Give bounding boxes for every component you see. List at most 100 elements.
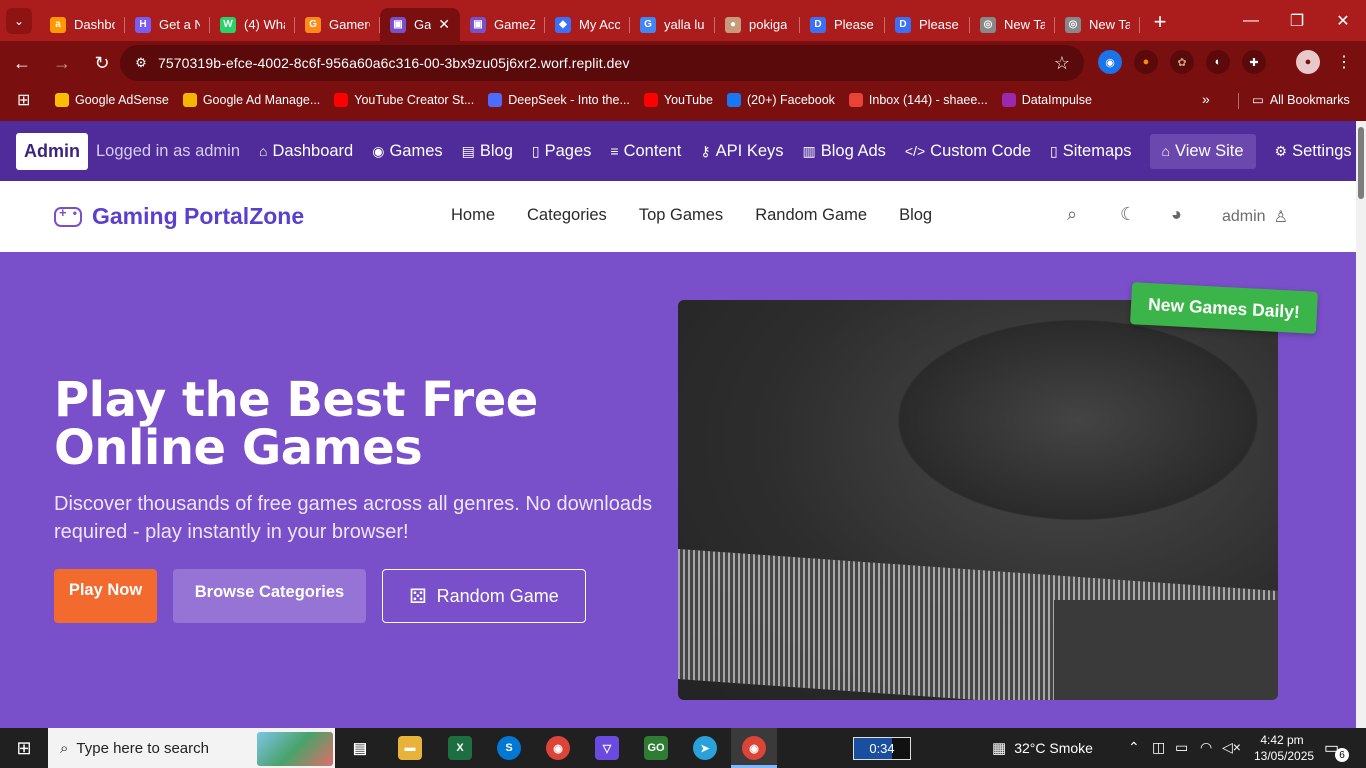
browser-tab[interactable]: Gyalla lu	[630, 8, 715, 41]
chrome-icon[interactable]: ◉	[546, 736, 570, 760]
skype-icon[interactable]: S	[497, 736, 521, 760]
extension-icon[interactable]: ◐	[1206, 50, 1230, 74]
close-tab-icon[interactable]: ✕	[438, 16, 450, 33]
bookmarks-bar: ⊞ Google AdSense Google Ad Manage... YouTu…	[0, 85, 1366, 115]
tab-search-icon[interactable]: ⌄	[6, 7, 32, 34]
site-logo[interactable]: Gaming PortalZone	[54, 203, 304, 230]
admin-nav-api-keys[interactable]: ⚷ API Keys	[700, 142, 783, 161]
main-nav: Home Categories Top Games Random Game Blog	[451, 206, 964, 225]
file-explorer-icon[interactable]: ▬	[398, 736, 422, 760]
all-bookmarks-link[interactable]: ▭ All Bookmarks	[1252, 92, 1350, 108]
extension-icon[interactable]: ●	[1134, 50, 1158, 74]
cookie-extension-icon[interactable]: ✿	[1170, 50, 1194, 74]
page-scrollbar[interactable]	[1356, 121, 1366, 728]
nav-categories[interactable]: Categories	[527, 206, 607, 225]
more-bookmarks-icon[interactable]: »	[1202, 91, 1210, 107]
random-game-button[interactable]: ⚄ Random Game	[382, 569, 586, 623]
bookmark-item[interactable]: (20+) Facebook	[727, 93, 835, 107]
admin-nav-blog[interactable]: ▤ Blog	[462, 142, 513, 161]
nav-blog[interactable]: Blog	[899, 206, 932, 225]
new-tab-button[interactable]: +	[1146, 8, 1174, 36]
minimize-button[interactable]: —	[1228, 0, 1274, 41]
browser-tab[interactable]: D Please	[800, 8, 885, 41]
bookmark-item[interactable]: YouTube Creator St...	[334, 93, 474, 107]
reload-icon[interactable]: ↻	[84, 45, 120, 81]
admin-nav-dashboard[interactable]: ⌂ Dashboard	[259, 142, 353, 161]
browser-tab[interactable]: W (4) Wha	[210, 8, 295, 41]
search-highlight-image[interactable]	[257, 732, 333, 766]
browser-tab[interactable]: G GamerC	[295, 8, 380, 41]
url-text[interactable]: 7570319b-efce-4002-8c6f-956a60a6c316-00-…	[158, 55, 630, 71]
admin-nav-sitemaps[interactable]: ▯ Sitemaps	[1050, 142, 1132, 161]
weather-widget[interactable]: ▦ 32°C Smoke	[992, 739, 1093, 757]
bookmark-item[interactable]: Inbox (144) - shaee...	[848, 93, 988, 107]
browser-tab[interactable]: D Please	[885, 8, 970, 41]
volume-muted-icon[interactable]: ◁×	[1222, 739, 1241, 756]
camera-icon[interactable]: ◫	[1152, 739, 1165, 756]
browse-categories-button[interactable]: Browse Categories	[173, 569, 366, 623]
browser-tab[interactable]: ▣ GameZ	[460, 8, 545, 41]
search-icon[interactable]: ⌕	[1067, 204, 1077, 225]
bookmark-item[interactable]: DeepSeek - Into the...	[488, 93, 630, 107]
hero-subtitle: Discover thousands of free games across …	[54, 493, 653, 543]
nav-random-game[interactable]: Random Game	[755, 206, 867, 225]
close-window-button[interactable]: ✕	[1320, 0, 1366, 41]
browser-tab[interactable]: H Get a N	[125, 8, 210, 41]
browser-menu-icon[interactable]: ⋮	[1332, 50, 1356, 74]
back-icon[interactable]: ←	[4, 45, 40, 81]
clock[interactable]: 4:42 pm 13/05/2025	[1254, 732, 1314, 764]
wifi-icon[interactable]: ◠	[1200, 739, 1212, 756]
restore-button[interactable]: ❐	[1274, 0, 1320, 41]
extensions-puzzle-icon[interactable]: ✚	[1242, 50, 1266, 74]
admin-badge[interactable]: Admin	[16, 132, 88, 170]
bookmark-item[interactable]: Google AdSense	[55, 93, 169, 107]
user-menu[interactable]: admin ♙	[1222, 207, 1288, 227]
bookmark-label: DeepSeek - Into the...	[508, 93, 630, 107]
battery-icon[interactable]: ▭	[1175, 739, 1188, 756]
taskbar-search[interactable]: ⌕ Type here to search	[48, 728, 335, 768]
site-info-icon[interactable]: ⚙	[126, 55, 156, 71]
browser-tab[interactable]: ◎ New Ta	[970, 8, 1055, 41]
chrome-active-icon[interactable]: ◉	[742, 736, 766, 760]
dark-mode-moon-icon[interactable]: ☾	[1120, 204, 1136, 225]
admin-nav-custom-code[interactable]: </> Custom Code	[905, 142, 1031, 161]
game-app-icon[interactable]: GO	[644, 736, 668, 760]
tab-label: Ga	[414, 17, 432, 32]
vpn-app-icon[interactable]: ▽	[595, 736, 619, 760]
browser-tab[interactable]: ▣ Ga ✕	[380, 8, 460, 41]
browser-tab-strip: ⌄ a Dashbo H Get a N W (4) Wha G GamerC ▣ Ga ✕ ▣ Gam…	[0, 0, 1366, 41]
admin-nav-pages[interactable]: ▯ Pages	[532, 142, 592, 161]
nav-top-games[interactable]: Top Games	[639, 206, 723, 225]
play-now-button[interactable]: Play Now	[54, 569, 157, 623]
telegram-icon[interactable]: ➤	[693, 736, 717, 760]
windows-start-icon[interactable]: ⊞	[0, 738, 48, 759]
bookmark-item[interactable]: Google Ad Manage...	[182, 93, 320, 107]
admin-nav-content[interactable]: ≡ Content	[610, 142, 681, 161]
extension-icon[interactable]: ◉	[1098, 50, 1122, 74]
excel-icon[interactable]: X	[448, 736, 472, 760]
bookmark-item[interactable]: YouTube	[643, 93, 713, 107]
settings-link[interactable]: ⚙ Settings	[1275, 142, 1352, 161]
nav-home[interactable]: Home	[451, 206, 495, 225]
apps-grid-icon[interactable]: ⊞	[17, 90, 37, 110]
admin-nav-games[interactable]: ◉ Games	[372, 142, 442, 161]
show-hidden-icons-chevron-icon[interactable]: ⌃	[1128, 739, 1140, 756]
scrollbar-thumb[interactable]	[1358, 127, 1364, 199]
browser-tab[interactable]: ◆ My Acc	[545, 8, 630, 41]
address-bar[interactable]: ⚙ 7570319b-efce-4002-8c6f-956a60a6c316-0…	[120, 45, 1084, 81]
admin-bar: Admin Logged in as admin ⌂ Dashboard ◉ Game…	[0, 121, 1356, 181]
view-site-button[interactable]: ⌂ View Site	[1149, 133, 1256, 169]
browser-tab[interactable]: ◎ New Ta	[1055, 8, 1140, 41]
palette-icon[interactable]: ◕	[1171, 204, 1182, 225]
bookmark-item[interactable]: DataImpulse	[1001, 93, 1092, 107]
profile-avatar[interactable]: ●	[1296, 50, 1320, 74]
admin-nav-blog-ads[interactable]: ▥ Blog Ads	[803, 142, 886, 161]
browser-tab[interactable]: ● pokiga	[715, 8, 800, 41]
folder-icon: ▭	[1252, 93, 1264, 107]
forward-icon[interactable]: →	[44, 45, 80, 81]
bookmark-star-icon[interactable]: ☆	[1054, 53, 1070, 74]
browser-tab[interactable]: a Dashbo	[40, 8, 125, 41]
admin-nav-icon: ◉	[372, 142, 385, 159]
task-view-icon[interactable]: ▤	[348, 736, 372, 760]
timer-widget[interactable]: 0:34	[853, 737, 911, 760]
